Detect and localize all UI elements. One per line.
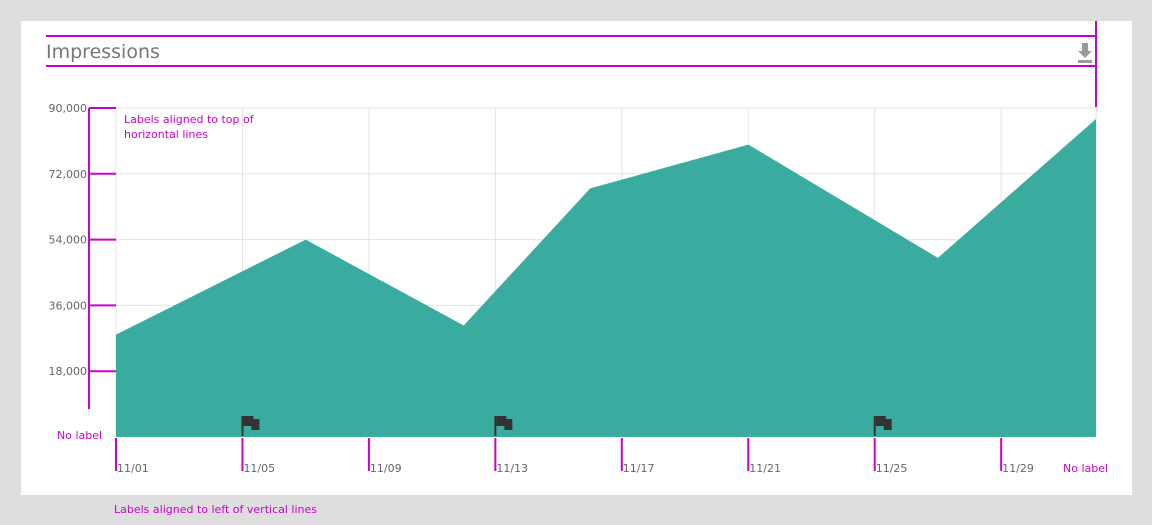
area-series (116, 119, 1096, 437)
annotation-no-label-x: No label (1063, 462, 1108, 475)
x-tick-label: 11/29 (1002, 462, 1034, 475)
y-tick-label: 72,000 (49, 168, 88, 181)
annotation-labels-top-line2: horizontal lines (124, 128, 208, 141)
flag-pole (241, 416, 244, 436)
x-tick-label: 11/09 (370, 462, 402, 475)
annotation-no-label-y: No label (57, 429, 102, 442)
x-tick-label: 11/01 (117, 462, 149, 475)
annotation-labels-top-line1: Labels aligned to top of (124, 113, 255, 126)
x-tick-label: 11/05 (243, 462, 275, 475)
y-tick-label: 18,000 (49, 365, 88, 378)
y-tick-label: 54,000 (49, 234, 88, 247)
x-tick-label: 11/13 (496, 462, 528, 475)
annotation-labels-left: Labels aligned to left of vertical lines (114, 503, 318, 516)
download-icon[interactable] (1078, 43, 1092, 63)
chart-title: Impressions (46, 41, 160, 63)
x-tick-label: 11/21 (749, 462, 781, 475)
area-fill (116, 119, 1096, 437)
chart-area: Impressions 18,000 36,000 54,000 72,000 90,0… (46, 21, 1108, 475)
flag-pole (494, 416, 497, 436)
flag-pole (873, 416, 876, 436)
x-axis-ticks: 11/01 11/05 11/09 11/13 11/17 11/21 11/25 11/29 (117, 462, 1034, 475)
y-tick-label: 36,000 (49, 299, 88, 312)
y-tick-label: 90,000 (49, 102, 88, 115)
x-tick-label: 11/25 (876, 462, 908, 475)
chart-card: Impressions 18,000 36,000 54,000 72,000 90,0… (21, 21, 1132, 495)
x-tick-label: 11/17 (623, 462, 655, 475)
y-axis-ticks: 18,000 36,000 54,000 72,000 90,000 (49, 102, 88, 378)
